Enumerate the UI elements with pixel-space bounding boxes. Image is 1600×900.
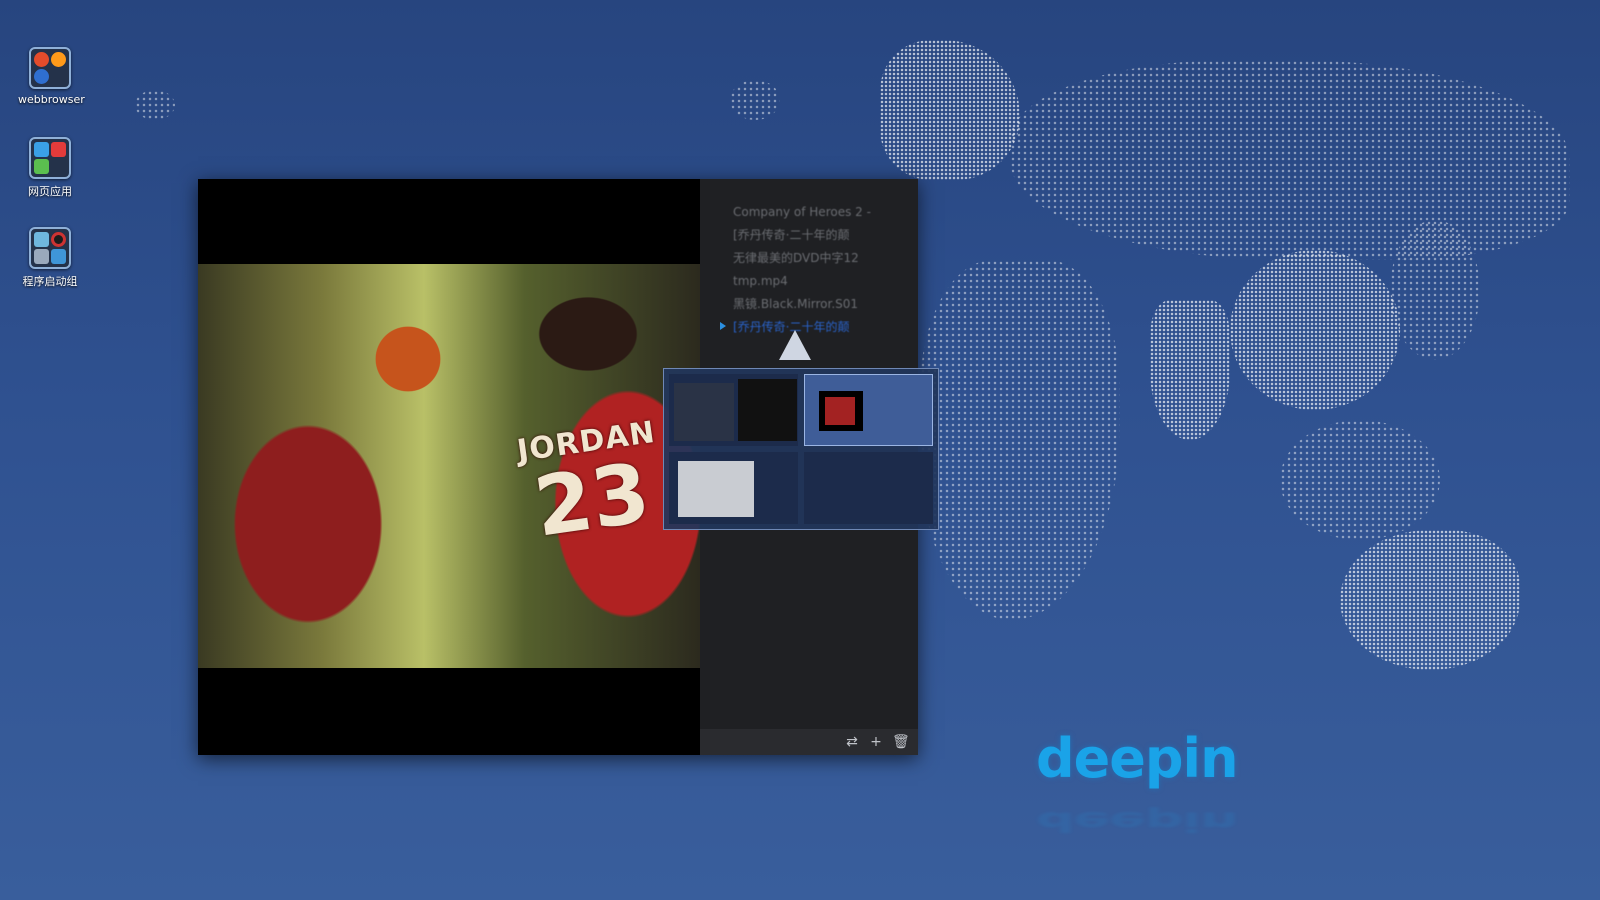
playlist-item-active[interactable]: [乔丹传奇·二十年的颠	[733, 316, 908, 338]
desktop-icon-launcher-group[interactable]: 程序启动组	[18, 227, 82, 289]
playlist-toolbar: ⇄ + 🗑	[700, 729, 918, 755]
workspace-thumbnail-3[interactable]	[669, 452, 798, 524]
jersey-number: 23	[528, 445, 656, 556]
playlist-item[interactable]: 无律最美的DVD中字12	[733, 247, 908, 269]
desktop-icon-label: 网页应用	[28, 185, 72, 198]
workspace-switcher	[663, 368, 939, 530]
deepin-logo: deepin	[1036, 727, 1239, 790]
webbrowser-icon	[29, 47, 71, 89]
video-jersey-overlay: JORDAN 23	[515, 415, 670, 557]
workspace-thumbnail-4[interactable]	[804, 452, 933, 524]
desktop-icon-webbrowser[interactable]: webbrowser	[18, 47, 85, 106]
web-apps-icon	[29, 137, 71, 179]
desktop-icon-label: webbrowser	[18, 93, 85, 106]
add-icon[interactable]: +	[868, 734, 884, 750]
deepin-logo-reflection: deepin	[1036, 805, 1238, 838]
delete-icon[interactable]: 🗑	[892, 734, 910, 750]
repeat-icon[interactable]: ⇄	[844, 734, 860, 750]
playlist-item[interactable]: [乔丹传奇·二十年的颠	[733, 224, 908, 246]
desktop-icon-web-apps[interactable]: 网页应用	[18, 137, 82, 199]
now-playing-arrow-icon	[720, 322, 726, 330]
video-frame[interactable]: JORDAN 23	[198, 264, 700, 668]
workspace-thumbnail-2[interactable]	[804, 374, 933, 446]
playlist-item[interactable]: Company of Heroes 2 -	[733, 201, 908, 223]
desktop-icon-label: 程序启动组	[22, 275, 78, 288]
playlist-item[interactable]: tmp.mp4	[733, 270, 908, 292]
launcher-group-icon	[29, 227, 71, 269]
workspace-thumbnail-1[interactable]	[669, 374, 798, 446]
mouse-cursor-icon	[779, 330, 811, 360]
playlist-item[interactable]: 黑镜.Black.Mirror.S01	[733, 293, 908, 315]
